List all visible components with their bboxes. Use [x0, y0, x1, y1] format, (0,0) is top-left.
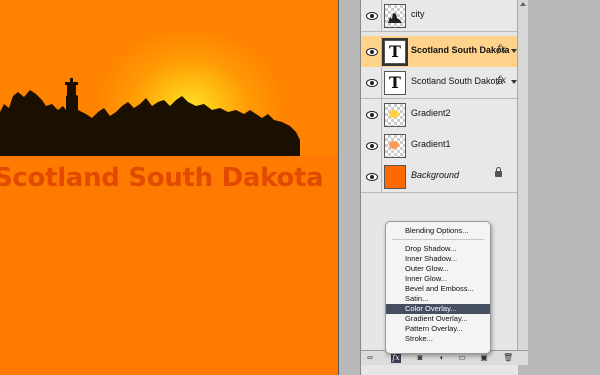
- layer-name: Scotland South Dakota: [411, 45, 510, 55]
- adjustment-icon[interactable]: ◐: [437, 353, 447, 363]
- layer-name: Gradient2: [411, 108, 451, 118]
- menu-item-satin[interactable]: Satin...: [386, 294, 490, 304]
- menu-item-drop-shadow[interactable]: Drop Shadow...: [386, 244, 490, 254]
- visibility-toggle[interactable]: [361, 36, 382, 67]
- layer-row-text[interactable]: T Scotland South Dakota fx: [361, 67, 518, 99]
- visibility-toggle[interactable]: [361, 99, 382, 130]
- layer-thumbnail: [384, 4, 406, 28]
- menu-separator: [392, 239, 484, 240]
- text-layer-thumbnail: T: [382, 38, 408, 66]
- text-layer-thumbnail: T: [384, 71, 406, 95]
- visibility-toggle[interactable]: [361, 161, 382, 192]
- scroll-up-icon[interactable]: [520, 2, 526, 6]
- layer-thumbnail: [384, 103, 406, 127]
- layer-name: Background: [411, 170, 460, 180]
- layer-row-background[interactable]: Background: [361, 161, 518, 193]
- layer-name: city: [411, 9, 425, 19]
- document-canvas[interactable]: Scotland South Dakota: [0, 0, 339, 375]
- link-icon[interactable]: ∞: [365, 353, 375, 363]
- fx-icon[interactable]: fx: [497, 75, 506, 86]
- eye-icon: [366, 111, 378, 119]
- eye-icon: [366, 79, 378, 87]
- visibility-toggle[interactable]: [361, 130, 382, 161]
- mask-icon[interactable]: ◙: [415, 353, 425, 363]
- eye-icon: [366, 142, 378, 150]
- layer-name: Scotland South Dakota: [411, 76, 504, 86]
- menu-item-color-overlay[interactable]: Color Overlay...: [386, 304, 490, 314]
- new-layer-icon[interactable]: ▣: [479, 353, 489, 363]
- menu-item-outer-glow[interactable]: Outer Glow...: [386, 264, 490, 274]
- menu-item-bevel-emboss[interactable]: Bevel and Emboss...: [386, 284, 490, 294]
- layer-row-city[interactable]: city: [361, 0, 518, 32]
- workspace-background: [528, 0, 600, 375]
- layer-name: Gradient1: [411, 139, 451, 149]
- lock-icon: [495, 167, 502, 177]
- visibility-toggle[interactable]: [361, 0, 382, 31]
- group-folder-icon[interactable]: ▭: [457, 353, 467, 363]
- layer-row-gradient2[interactable]: Gradient2: [361, 99, 518, 131]
- layer-row-text-selected[interactable]: T Scotland South Dakota fx: [361, 36, 518, 68]
- layer-row-gradient1[interactable]: Gradient1: [361, 130, 518, 162]
- layer-thumbnail: [384, 134, 406, 158]
- city-silhouette: [0, 78, 300, 156]
- menu-item-stroke[interactable]: Stroke...: [386, 334, 490, 344]
- fx-icon[interactable]: fx: [497, 44, 506, 55]
- menu-item-inner-shadow[interactable]: Inner Shadow...: [386, 254, 490, 264]
- fx-icon[interactable]: fx: [391, 353, 401, 363]
- eye-icon: [366, 48, 378, 56]
- panel-scrollbar[interactable]: [517, 0, 528, 350]
- menu-item-gradient-overlay[interactable]: Gradient Overlay...: [386, 314, 490, 324]
- layer-thumbnail: [384, 165, 406, 189]
- menu-item-pattern-overlay[interactable]: Pattern Overlay...: [386, 324, 490, 334]
- trash-icon[interactable]: 🗑: [503, 353, 513, 363]
- eye-icon: [366, 12, 378, 20]
- canvas-title-text: Scotland South Dakota: [0, 163, 324, 193]
- visibility-toggle[interactable]: [361, 67, 382, 98]
- eye-icon: [366, 173, 378, 181]
- menu-item-inner-glow[interactable]: Inner Glow...: [386, 274, 490, 284]
- menu-item-blending-options[interactable]: Blending Options...: [386, 226, 490, 236]
- layer-style-menu: Blending Options... Drop Shadow... Inner…: [385, 221, 491, 354]
